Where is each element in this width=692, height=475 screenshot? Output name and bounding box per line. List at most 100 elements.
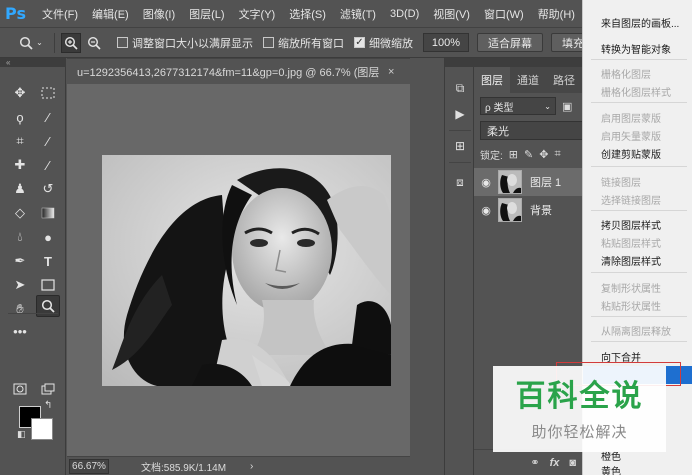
menu-edit[interactable]: 编辑(E) [85, 6, 136, 22]
menu-image[interactable]: 图像(I) [136, 6, 182, 22]
checkbox-unchecked[interactable] [117, 37, 128, 48]
healing-brush-tool[interactable]: ✚ [8, 154, 32, 176]
blur-tool[interactable]: 💧︎ [8, 226, 32, 248]
menu-item-copy-shape-attributes[interactable]: 复制形状属性 [601, 280, 661, 295]
menu-item-color-yellow[interactable]: 黄色 [601, 463, 621, 475]
path-selection-tool[interactable]: ➤ [8, 274, 32, 296]
zoom-tool-preset-picker[interactable]: ⌄ [14, 32, 48, 54]
default-colors-icon[interactable]: ◧ [17, 429, 26, 440]
tab-channels[interactable]: 通道 [510, 67, 546, 93]
gradient-tool[interactable] [36, 202, 60, 224]
lasso-tool[interactable]: ϙ [8, 106, 32, 128]
fit-screen-button[interactable]: 适合屏幕 [477, 33, 543, 52]
swap-colors-icon[interactable]: ↰ [44, 400, 52, 411]
lock-transparent-icon[interactable]: ⊞ [509, 148, 518, 161]
clone-stamp-tool[interactable]: ♟ [8, 178, 32, 200]
fx-button[interactable]: fx [550, 457, 560, 469]
resize-windows-checkbox[interactable]: 调整窗口大小以满屏显示 [117, 35, 253, 51]
menu-item-rasterize-layer-style[interactable]: 栅格化图层样式 [601, 84, 671, 99]
menu-filter[interactable]: 滤镜(T) [333, 6, 383, 22]
close-icon[interactable]: × [388, 66, 394, 78]
crop-tool[interactable]: ⌗ [8, 130, 32, 152]
menu-layer[interactable]: 图层(L) [182, 6, 231, 22]
move-tool[interactable]: ✥ [8, 82, 32, 104]
menu-item-enable-vector-mask[interactable]: 启用矢量蒙版 [601, 128, 661, 143]
layers-panel-footer: ⚭ fx ◙ [474, 449, 584, 475]
eye-icon[interactable]: ◉ [474, 176, 498, 189]
menu-item-clear-layer-style[interactable]: 清除图层样式 [601, 253, 661, 268]
image-filter-icon[interactable]: ▣ [562, 100, 572, 113]
menu-window[interactable]: 窗口(W) [477, 6, 531, 22]
menu-3d[interactable]: 3D(D) [383, 8, 426, 20]
divider [591, 316, 687, 317]
menu-item-copy-layer-style[interactable]: 拷贝图层样式 [601, 217, 661, 232]
eyedropper-tool[interactable]: ⁄ [36, 130, 60, 152]
quick-mask-button[interactable] [8, 378, 32, 400]
properties-panel-icon[interactable]: ⊞ [450, 136, 470, 156]
eye-icon[interactable]: ◉ [474, 204, 498, 217]
tab-layers[interactable]: 图层 [474, 67, 510, 93]
menu-select[interactable]: 选择(S) [282, 6, 333, 22]
checkbox-checked-icon[interactable]: ✓ [354, 37, 365, 48]
lock-image-icon[interactable]: ✎ [524, 148, 533, 161]
history-brush-tool[interactable]: ↺ [36, 178, 60, 200]
screen-mode-button[interactable] [36, 378, 60, 400]
background-color-swatch[interactable] [31, 418, 53, 440]
layer-filter-select[interactable]: ρ 类型 ⌄ [480, 97, 556, 115]
menu-file[interactable]: 文件(F) [35, 6, 85, 22]
blend-mode-select[interactable]: 柔光 [480, 121, 584, 140]
zoom-percentage-button[interactable]: 100% [423, 33, 469, 52]
divider [54, 32, 55, 53]
zoom-out-button[interactable] [84, 33, 104, 53]
menu-item-enable-layer-mask[interactable]: 启用图层蒙版 [601, 110, 661, 125]
hand-tool[interactable]: ✋︎ [8, 298, 32, 320]
link-layers-icon[interactable]: ⚭ [530, 456, 539, 469]
type-tool[interactable]: T [36, 250, 60, 272]
add-mask-icon[interactable]: ◙ [569, 457, 576, 469]
rectangle-tool[interactable] [36, 274, 60, 296]
zoom-in-button[interactable] [61, 32, 81, 53]
document-tab[interactable]: u=1292356413,2677312174&fm=11&gp=0.jpg @… [67, 58, 410, 84]
magic-wand-tool[interactable]: ⁄ [36, 106, 60, 128]
panel-collapse-handle[interactable] [474, 58, 584, 67]
lock-position-icon[interactable]: ✥ [539, 148, 548, 161]
layer-row[interactable]: ◉ 图层 1 [474, 168, 584, 196]
panel-collapse-handle[interactable] [445, 58, 475, 67]
brush-tool[interactable]: ⁄ [36, 154, 60, 176]
menu-item-create-clipping-mask[interactable]: 创建剪贴蒙版 [601, 146, 661, 161]
zoom-level-field[interactable]: 66.67% [69, 458, 109, 474]
ellipsis-icon: ••• [13, 323, 27, 339]
history-panel-icon[interactable]: ⧉ [450, 78, 470, 98]
menu-type[interactable]: 文字(Y) [232, 6, 283, 22]
thumbnail-image [499, 199, 521, 221]
type-icon: T [44, 253, 52, 269]
menu-item-convert-smart-object[interactable]: 转换为智能对象 [601, 41, 671, 56]
eraser-tool[interactable]: ◇ [8, 202, 32, 224]
scrubby-zoom-checkbox[interactable]: ✓ 细微缩放 [354, 35, 413, 51]
tab-paths[interactable]: 路径 [546, 67, 582, 93]
play-actions-icon[interactable]: ▶ [450, 104, 470, 124]
menu-help[interactable]: 帮助(H) [531, 6, 582, 22]
menu-item-paste-layer-style[interactable]: 粘贴图层样式 [601, 235, 661, 250]
divider [591, 166, 687, 167]
toolbar-collapse-handle[interactable]: « [0, 58, 66, 67]
pen-tool[interactable]: ✒ [8, 250, 32, 272]
zoom-all-windows-checkbox[interactable]: 缩放所有窗口 [263, 35, 344, 51]
document-image[interactable] [102, 155, 391, 386]
menu-view[interactable]: 视图(V) [426, 6, 477, 22]
layer-filter-row: ρ 类型 ⌄ ▣ [480, 97, 578, 115]
marquee-tool[interactable] [36, 82, 60, 104]
dodge-tool[interactable]: ● [36, 226, 60, 248]
menu-item-rasterize-layer[interactable]: 栅格化图层 [601, 66, 651, 81]
menu-item-release-from-isolation[interactable]: 从隔离图层释放 [601, 323, 671, 338]
menu-item-select-linked-layers[interactable]: 选择链接图层 [601, 192, 661, 207]
edit-toolbar-button[interactable]: ••• [8, 320, 32, 342]
checkbox-unchecked[interactable] [263, 37, 274, 48]
layer-row[interactable]: ◉ 背景 [474, 196, 584, 224]
menu-item-paste-shape-attributes[interactable]: 粘贴形状属性 [601, 298, 661, 313]
menu-item-link-layers[interactable]: 链接图层 [601, 174, 641, 189]
paragraph-panel-icon[interactable]: ⧈ [450, 172, 470, 192]
menu-item-artboard-from-layers[interactable]: 来自图层的画板... [601, 15, 679, 30]
chevron-right-icon[interactable]: › [250, 461, 253, 472]
lock-artboard-icon[interactable]: ⌗ [554, 148, 560, 161]
